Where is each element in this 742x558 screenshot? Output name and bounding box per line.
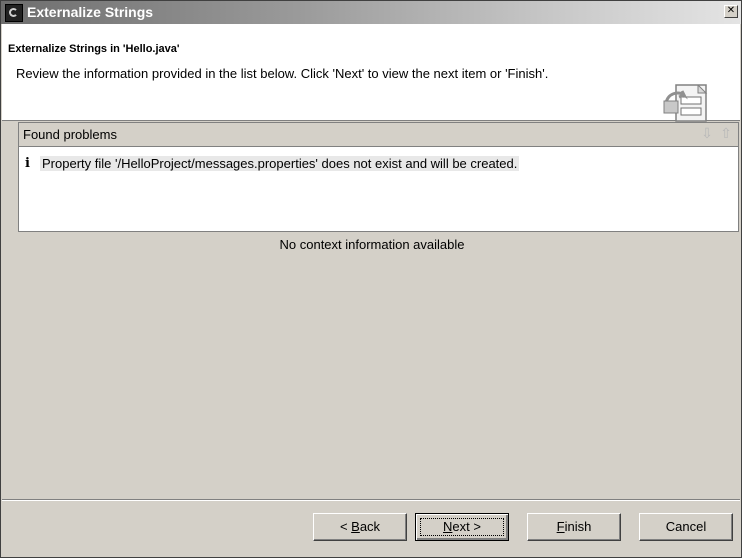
problem-text: Property file '/HelloProject/messages.pr… <box>40 156 520 171</box>
eclipse-icon <box>5 4 23 22</box>
window-title: Externalize Strings <box>27 4 154 20</box>
cancel-button[interactable]: Cancel <box>639 513 733 541</box>
found-problems-panel: Found problems ⇩ ⇧ i Property file '/Hel… <box>18 122 739 232</box>
button-bar-separator <box>2 499 740 501</box>
back-button-label: ack <box>359 519 381 534</box>
externalize-wizard-icon <box>663 84 708 122</box>
externalize-strings-dialog: Externalize Strings ✕ Externalize String… <box>0 0 742 558</box>
context-information: No context information available <box>279 237 465 252</box>
next-button[interactable]: Next > <box>415 513 509 541</box>
page-title: Externalize Strings in 'Hello.java' <box>8 43 180 55</box>
back-button[interactable]: < Back <box>313 513 407 541</box>
previous-problem-arrow-icon[interactable]: ⇧ <box>718 125 734 143</box>
info-icon: i <box>25 156 30 171</box>
title-bar[interactable]: Externalize Strings ✕ <box>1 1 741 24</box>
found-problems-header: Found problems ⇩ ⇧ <box>19 123 738 147</box>
close-button[interactable]: ✕ <box>724 5 738 18</box>
focus-rectangle <box>420 518 504 536</box>
found-problems-title: Found problems <box>23 127 117 142</box>
finish-button-mnemonic: F <box>556 519 565 534</box>
next-problem-arrow-icon[interactable]: ⇩ <box>699 125 715 143</box>
finish-button-label: inish <box>564 519 592 534</box>
back-button-prefix: < <box>339 519 352 534</box>
back-button-mnemonic: B <box>351 519 360 534</box>
page-description: Review the information provided in the l… <box>16 66 549 81</box>
finish-button[interactable]: Finish <box>527 513 621 541</box>
wizard-header: Externalize Strings in 'Hello.java' Revi… <box>2 24 740 122</box>
